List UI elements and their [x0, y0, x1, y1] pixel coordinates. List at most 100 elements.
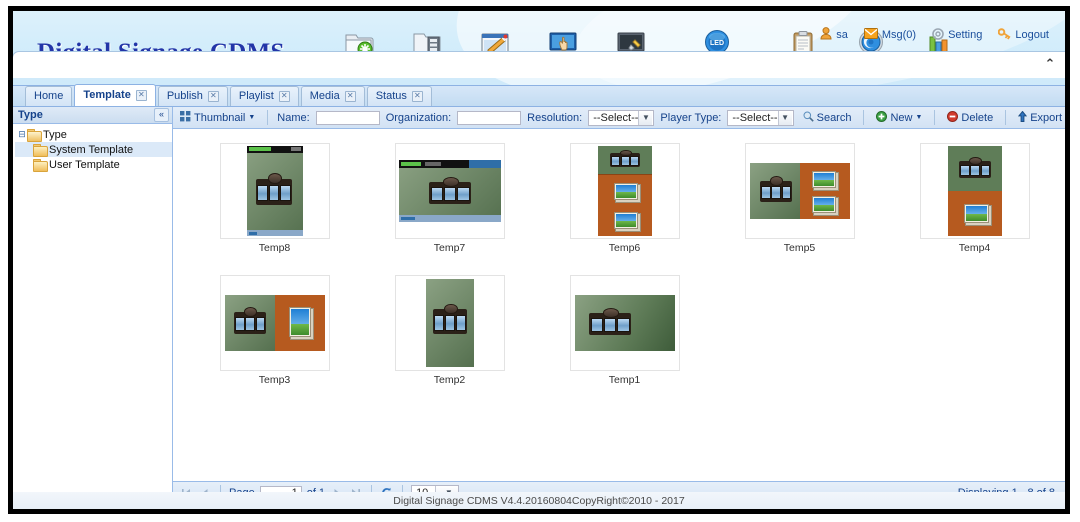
player-type-select[interactable]: --Select-- ▼	[727, 110, 793, 126]
tab-close-icon[interactable]: ✕	[412, 91, 423, 102]
tab-label: Playlist	[239, 87, 274, 106]
new-button[interactable]: New ▼	[873, 110, 925, 126]
tab-template[interactable]: Template ✕	[74, 84, 155, 106]
search-button[interactable]: Search	[800, 110, 855, 126]
template-thumbnail	[395, 275, 505, 371]
template-name: Temp5	[784, 242, 816, 254]
toolbar-divider	[267, 110, 268, 125]
template-name: Temp3	[259, 374, 291, 386]
message-link[interactable]: Msg(0)	[864, 28, 916, 42]
tab-close-icon[interactable]: ✕	[208, 91, 219, 102]
tree-node-label: Type	[43, 129, 67, 141]
template-toolbar: Thumbnail ▼ Name: Organization: Resoluti…	[173, 107, 1065, 129]
template-name: Temp1	[609, 374, 641, 386]
tab-bar: Home Template ✕ Publish ✕ Playlist ✕ Med…	[13, 85, 1065, 107]
tree-node-user-template[interactable]: User Template	[15, 157, 172, 172]
type-panel-header: Type «	[13, 107, 172, 124]
template-thumbnail	[570, 275, 680, 371]
logout-label: Logout	[1015, 29, 1049, 41]
account-bar: sa Msg(0) Setting	[820, 27, 1049, 43]
tree-node-system-template[interactable]: System Template	[15, 142, 172, 157]
resolution-label: Resolution:	[527, 112, 582, 124]
setting-link[interactable]: Setting	[932, 28, 982, 43]
template-item[interactable]: Temp2	[362, 275, 537, 393]
template-thumbnail	[745, 143, 855, 239]
user-icon	[820, 27, 832, 43]
tree-node-label: System Template	[49, 144, 133, 156]
tab-media[interactable]: Media ✕	[301, 86, 365, 106]
envelope-icon	[864, 28, 878, 42]
template-item[interactable]: Temp6	[537, 143, 712, 261]
tab-publish[interactable]: Publish ✕	[158, 86, 228, 106]
template-name: Temp2	[434, 374, 466, 386]
thumbnail-grid-icon	[180, 111, 191, 125]
gear-icon	[932, 28, 944, 43]
template-item[interactable]: Temp3	[187, 275, 362, 393]
player-type-label: Player Type:	[660, 112, 721, 124]
chevron-down-icon[interactable]: ▼	[248, 114, 255, 121]
organization-input[interactable]	[457, 111, 521, 125]
template-name: Temp6	[609, 242, 641, 254]
toolbar-divider	[863, 110, 864, 125]
key-icon	[998, 28, 1011, 43]
tab-label: Home	[34, 87, 63, 106]
name-input[interactable]	[316, 111, 380, 125]
user-name: sa	[836, 29, 848, 41]
template-thumbnail	[570, 143, 680, 239]
tab-label: Status	[376, 87, 407, 106]
delete-label: Delete	[961, 112, 993, 124]
type-tree: ⊟ Type System Template User Template	[13, 124, 172, 172]
message-label: Msg(0)	[882, 29, 916, 41]
export-button[interactable]: Export	[1015, 110, 1065, 126]
panel-collapse-icon[interactable]: «	[154, 108, 169, 122]
template-name: Temp8	[259, 242, 291, 254]
search-label: Search	[817, 112, 852, 124]
tree-node-root[interactable]: ⊟ Type	[15, 127, 172, 142]
svg-text:LED: LED	[710, 40, 724, 47]
content-area: Type « ⊟ Type System Template User Templ…	[13, 107, 1065, 503]
template-item[interactable]: Temp4	[887, 143, 1062, 261]
template-item[interactable]: Temp1	[537, 275, 712, 393]
chevron-down-icon[interactable]: ▼	[638, 111, 652, 125]
chevron-down-icon[interactable]: ▼	[915, 114, 922, 121]
player-type-value: --Select--	[732, 112, 777, 124]
app-header: Digital Signage CDMS Rapid	[13, 11, 1065, 85]
new-label: New	[890, 112, 912, 124]
chevron-down-icon[interactable]: ▼	[778, 111, 792, 125]
template-item[interactable]: Temp5	[712, 143, 887, 261]
delete-circle-icon	[947, 111, 958, 125]
logout-link[interactable]: Logout	[998, 28, 1049, 43]
tree-expander-icon[interactable]: ⊟	[17, 127, 27, 142]
app-footer: Digital Signage CDMS V4.4.20160804CopyRi…	[8, 492, 1070, 514]
type-panel-title: Type	[18, 109, 43, 121]
template-thumbnail	[920, 143, 1030, 239]
tab-label: Publish	[167, 87, 203, 106]
export-label: Export	[1030, 112, 1062, 124]
footer-text: Digital Signage CDMS V4.4.20160804CopyRi…	[393, 495, 684, 507]
template-thumbnail	[220, 275, 330, 371]
template-item[interactable]: Temp8	[187, 143, 362, 261]
toolbar-divider	[934, 110, 935, 125]
user-account[interactable]: sa	[820, 27, 848, 43]
arrow-up-icon	[1018, 111, 1027, 125]
template-item[interactable]: Temp7	[362, 143, 537, 261]
tab-playlist[interactable]: Playlist ✕	[230, 86, 299, 106]
tab-home[interactable]: Home	[25, 86, 72, 106]
chevron-up-icon[interactable]: ⌃	[1041, 55, 1059, 73]
folder-icon	[33, 159, 46, 170]
organization-label: Organization:	[386, 112, 451, 124]
toolbar-divider	[1005, 110, 1006, 125]
tab-close-icon[interactable]: ✕	[136, 90, 147, 101]
tab-label: Media	[310, 87, 340, 106]
add-circle-icon	[876, 111, 887, 125]
resolution-select[interactable]: --Select-- ▼	[588, 110, 654, 126]
tree-node-label: User Template	[49, 159, 120, 171]
tab-close-icon[interactable]: ✕	[279, 91, 290, 102]
setting-label: Setting	[948, 29, 982, 41]
tab-label: Template	[83, 85, 130, 106]
tab-status[interactable]: Status ✕	[367, 86, 432, 106]
tab-close-icon[interactable]: ✕	[345, 91, 356, 102]
view-mode-button[interactable]: Thumbnail ▼	[177, 110, 258, 126]
folder-icon	[33, 144, 46, 155]
delete-button[interactable]: Delete	[944, 110, 996, 126]
